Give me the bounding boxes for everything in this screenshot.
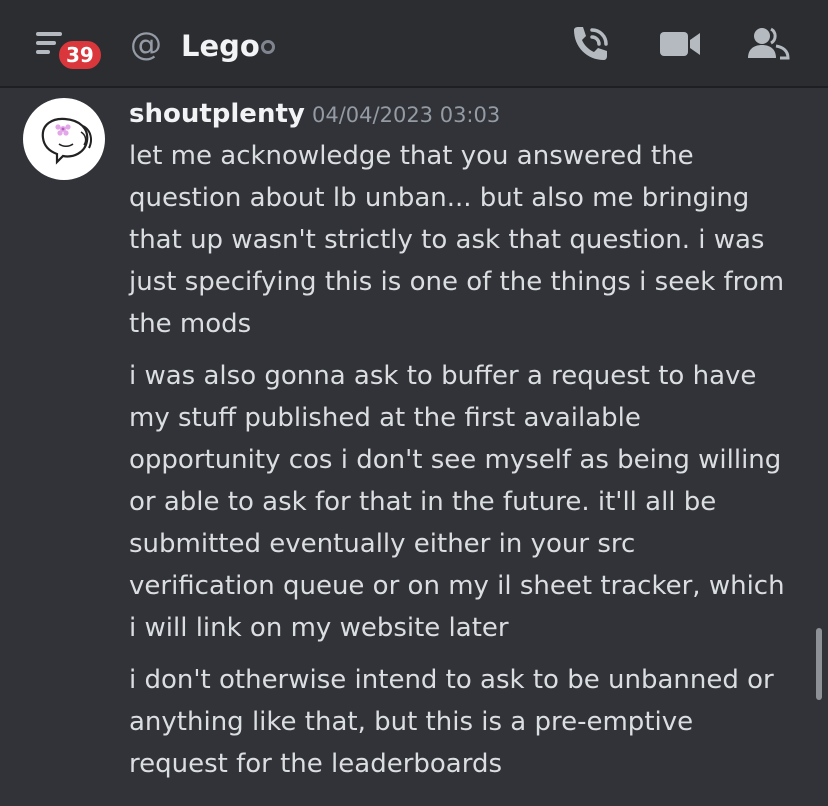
message-line: opportunity cos i don't see myself as be…: [129, 445, 782, 475]
message-timestamp: 04/04/2023 03:03: [312, 103, 501, 127]
message-line: verification queue or on my il sheet tra…: [129, 571, 785, 601]
video-camera-icon: [660, 32, 700, 56]
message-line: that up wasn't strictly to ask that ques…: [129, 225, 765, 255]
message-line: i will link on my website later: [129, 613, 509, 643]
offline-status-icon: [261, 40, 275, 54]
doodle-avatar-icon: [41, 117, 92, 165]
message-line: request for the leaderboards: [129, 749, 503, 779]
message-line: i don't otherwise intend to ask to be un…: [129, 665, 774, 695]
message-line: anything like that, but this is a pre-em…: [129, 707, 694, 737]
channel-name[interactable]: Lego: [181, 24, 260, 68]
unread-badge: 39: [56, 38, 104, 72]
at-sign-icon: @: [130, 25, 162, 63]
voice-call-button[interactable]: [570, 24, 614, 64]
message-line: just specifying this is one of the thing…: [129, 267, 785, 297]
message-author[interactable]: shoutplenty: [129, 96, 305, 132]
message-line: i was also gonna ask to buffer a request…: [129, 361, 757, 391]
message-paragraph: i don't otherwise intend to ask to be un…: [129, 659, 819, 785]
message-line: question about lb unban... but also me b…: [129, 183, 750, 213]
top-bar: 39 @ Lego: [0, 0, 828, 88]
message-paragraph: i was also gonna ask to buffer a request…: [129, 355, 819, 649]
message-line: the mods: [129, 309, 252, 339]
phone-call-icon: [574, 27, 608, 60]
member-list-button[interactable]: [746, 24, 790, 64]
message-line: my stuff published at the first availabl…: [129, 403, 641, 433]
video-call-button[interactable]: [658, 24, 702, 64]
avatar[interactable]: [23, 98, 105, 180]
message-line: let me acknowledge that you answered the: [129, 141, 694, 171]
scrollbar-thumb[interactable]: [816, 628, 822, 700]
members-icon: [748, 27, 790, 60]
message-line: or able to ask for that in the future. i…: [129, 487, 717, 517]
message-paragraph: let me acknowledge that you answered the…: [129, 135, 819, 345]
message-line: submitted eventually either in your src: [129, 529, 636, 559]
